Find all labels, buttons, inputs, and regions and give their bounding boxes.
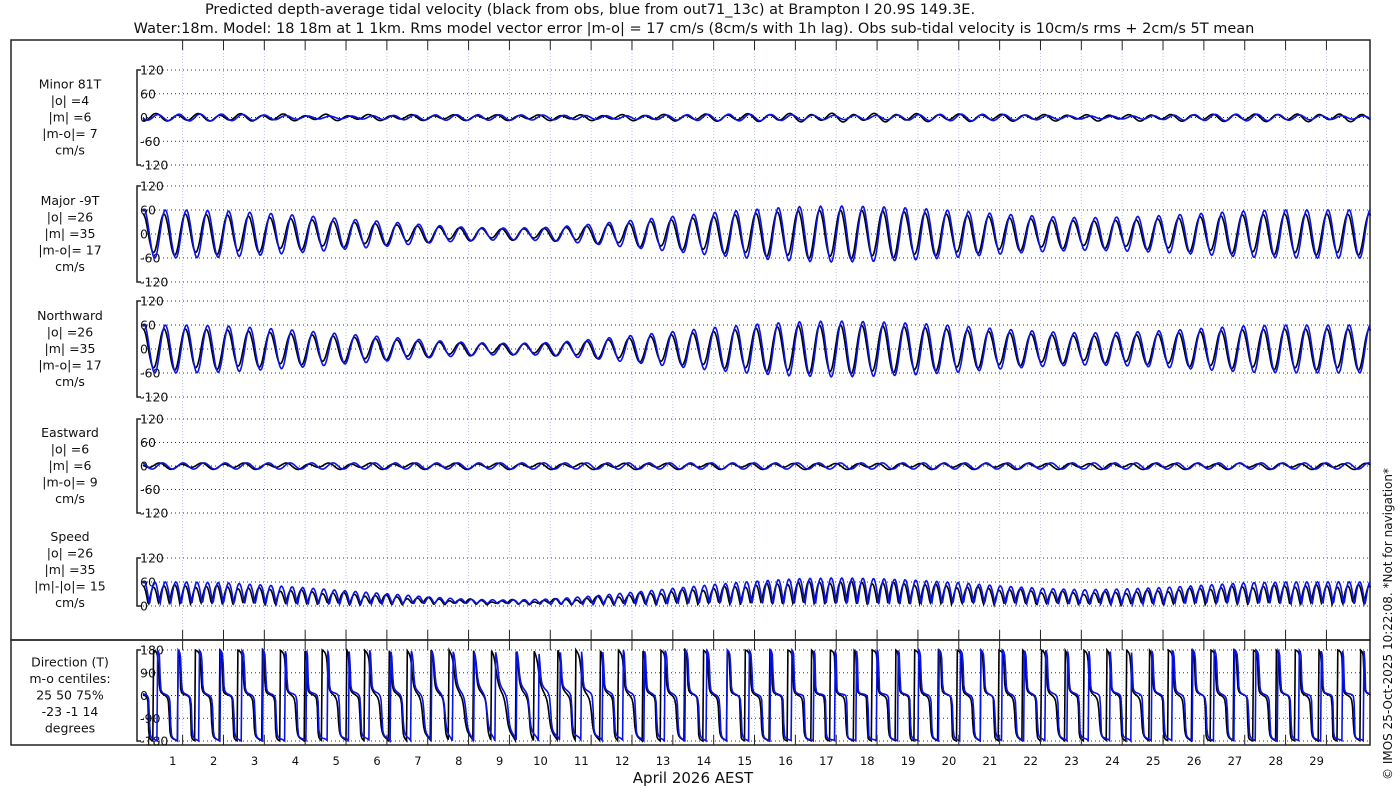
panel-label: |o| =6 xyxy=(51,442,90,457)
copyright-note: © IMOS 25-Oct-2025 10:22:08. *Not for na… xyxy=(1381,468,1395,780)
x-tick-label: 27 xyxy=(1228,754,1243,768)
panel-label: -23 -1 14 xyxy=(42,704,99,719)
x-tick-label: 28 xyxy=(1268,754,1283,768)
y-tick-label: 60 xyxy=(140,203,156,218)
y-tick-label: -120 xyxy=(140,390,168,405)
panel-label: degrees xyxy=(45,721,95,736)
x-tick-label: 12 xyxy=(615,754,630,768)
x-tick-label: 3 xyxy=(251,754,258,768)
panel-label: |m-o|= 9 xyxy=(42,475,97,490)
panel-label: |m-o|= 17 xyxy=(38,358,101,373)
x-tick-label: 22 xyxy=(1023,754,1038,768)
y-tick-label: -180 xyxy=(140,734,168,749)
x-tick-label: 18 xyxy=(860,754,875,768)
chart-title: Predicted depth-average tidal velocity (… xyxy=(205,2,975,18)
x-tick-label: 21 xyxy=(983,754,998,768)
panel-label: m-o centiles: xyxy=(29,671,110,686)
x-tick-label: 24 xyxy=(1105,754,1120,768)
panel-label: Northward xyxy=(37,308,103,323)
x-tick-label: 6 xyxy=(373,754,380,768)
panel-label: Minor 81T xyxy=(39,77,102,92)
x-tick-label: 1 xyxy=(169,754,176,768)
panel-label: Eastward xyxy=(41,425,99,440)
x-tick-label: 19 xyxy=(901,754,916,768)
panel-label: |m-o|= 17 xyxy=(38,243,101,258)
x-tick-label: 13 xyxy=(656,754,671,768)
panel-label: cm/s xyxy=(55,374,85,389)
x-tick-label: 29 xyxy=(1309,754,1324,768)
y-tick-label: 120 xyxy=(140,551,164,566)
chart-subtitle: Water:18m. Model: 18 18m at 1 1km. Rms m… xyxy=(134,21,1255,37)
panel-label: cm/s xyxy=(55,143,85,158)
panel-minor: Minor 81T|o| =4 |m| =6|m-o|= 7 cm/s 120 60 0 -… xyxy=(39,63,1371,173)
y-tick-label: -60 xyxy=(140,134,160,149)
panel-label: |m| =35 xyxy=(45,226,96,241)
series-obs-major xyxy=(142,209,1372,260)
panel-label: Speed xyxy=(50,529,89,544)
panel-label: |m| =35 xyxy=(45,341,96,356)
panel-label: |m| =35 xyxy=(45,562,96,577)
x-tick-label: 14 xyxy=(697,754,712,768)
x-tick-label: 26 xyxy=(1187,754,1202,768)
panel-label: |o| =26 xyxy=(47,210,93,225)
panel-label: |o| =26 xyxy=(47,325,93,340)
y-tick-label: 120 xyxy=(140,412,164,427)
x-tick-label: 9 xyxy=(496,754,503,768)
y-tick-label: 120 xyxy=(140,63,164,78)
x-tick-label: 16 xyxy=(778,754,793,768)
x-tick-label: 25 xyxy=(1146,754,1161,768)
x-tick-label: 7 xyxy=(414,754,421,768)
y-tick-label: 60 xyxy=(140,318,156,333)
y-tick-label: 180 xyxy=(140,643,164,658)
x-tick-label: 4 xyxy=(292,754,299,768)
panel-east: Eastward|o| =6|m| =6|m-o|= 9cm/s120600-6… xyxy=(41,412,1371,521)
y-tick-label: -60 xyxy=(140,482,160,497)
x-tick-label: 15 xyxy=(737,754,752,768)
panel-label: cm/s xyxy=(55,259,85,274)
x-tick-label: 10 xyxy=(533,754,548,768)
x-tick-label: 2 xyxy=(210,754,217,768)
panel-label: Direction (T) xyxy=(31,655,109,670)
y-tick-label: 60 xyxy=(140,435,156,450)
y-tick-label: 120 xyxy=(140,294,164,309)
panel-label: |m-o|= 7 xyxy=(42,126,97,141)
x-axis-label: April 2026 AEST xyxy=(633,769,754,787)
y-tick-label: -120 xyxy=(140,158,168,173)
panel-label: cm/s xyxy=(55,491,85,506)
y-tick-label: 120 xyxy=(140,179,164,194)
panel-label: Major -9T xyxy=(41,193,100,208)
panel-label: 25 50 75% xyxy=(36,688,104,703)
x-tick-label: 17 xyxy=(819,754,834,768)
x-tick-label: 8 xyxy=(455,754,462,768)
x-tick-label: 20 xyxy=(942,754,957,768)
x-tick-label: 11 xyxy=(574,754,589,768)
tidal-velocity-chart: Predicted depth-average tidal velocity (… xyxy=(10,2,1395,787)
panel-label: |m| =6 xyxy=(49,458,92,473)
panel-label: |m|-|o|= 15 xyxy=(34,579,106,594)
panel-label: |m| =6 xyxy=(49,110,92,125)
panel-dir: Direction (T)m-o centiles: 25 50 75%-23 -… xyxy=(29,643,1371,749)
panel-label: |o| =26 xyxy=(47,546,93,561)
y-tick-label: -120 xyxy=(140,506,168,521)
panel-major: Major -9T |o| =26|m| =35 |m-o|= 17cm/s 120 6… xyxy=(38,179,1372,290)
x-tick-label: 5 xyxy=(333,754,340,768)
y-tick-label: -120 xyxy=(140,275,168,290)
panel-speed: Speed|o| =26|m| =35|m|-|o|= 15cm/s120600 xyxy=(34,529,1372,614)
panel-label: cm/s xyxy=(55,595,85,610)
y-tick-label: 0 xyxy=(140,110,148,125)
x-tick-label: 23 xyxy=(1064,754,1079,768)
series-obs-north xyxy=(142,324,1372,375)
panel-label: |o| =4 xyxy=(51,93,90,108)
y-tick-label: 60 xyxy=(140,86,156,101)
panel-north: Northward |o| =26|m| =35 |m-o|= 17cm/s 120 6… xyxy=(37,294,1372,405)
